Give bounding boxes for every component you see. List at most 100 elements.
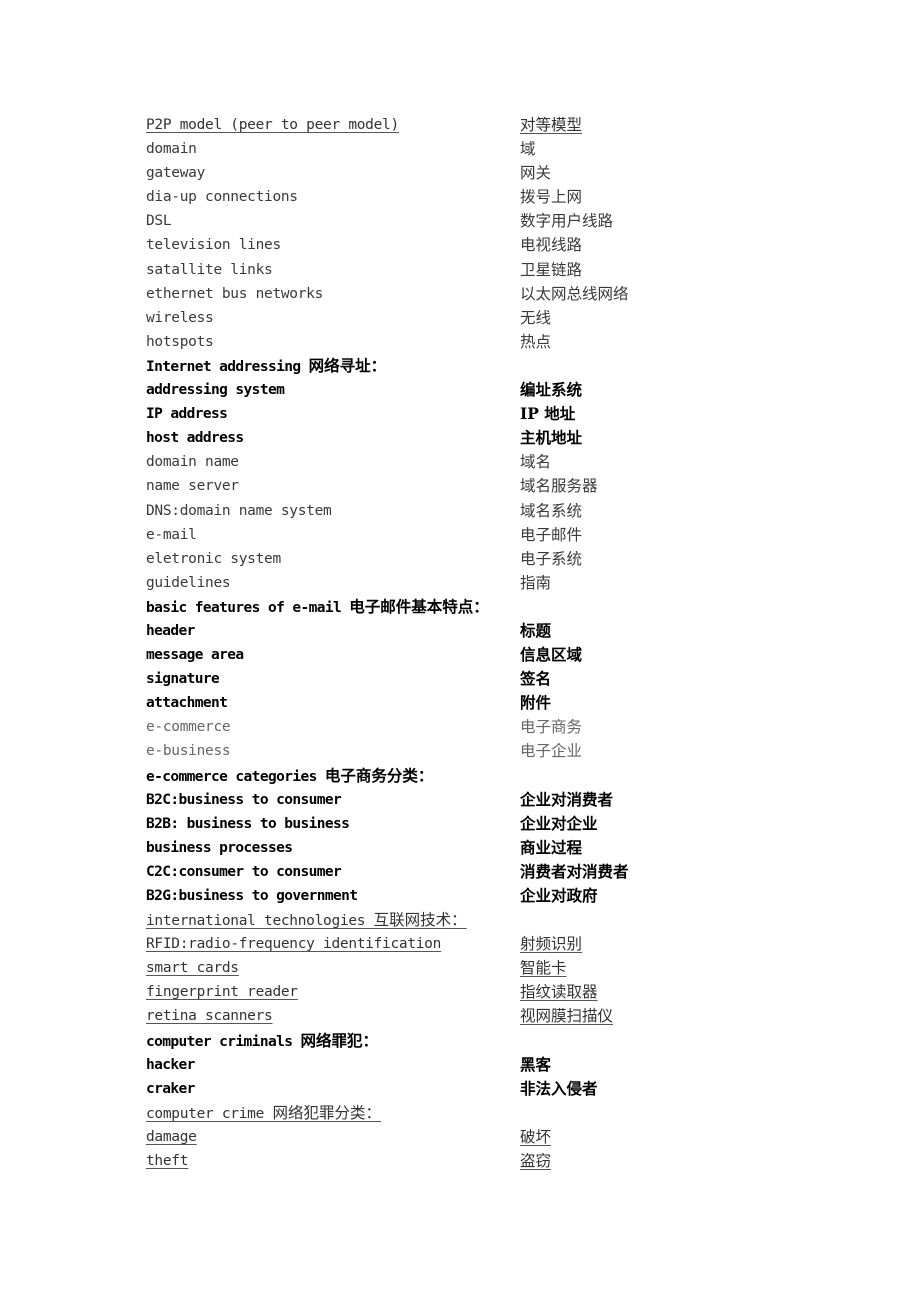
english-term-text: signature xyxy=(146,671,220,688)
english-term-text: eletronic system xyxy=(146,551,281,567)
english-term-text: B2B: business to business xyxy=(146,815,350,832)
english-term: satallite links xyxy=(146,258,273,282)
english-text: addressing system xyxy=(146,382,285,399)
english-text: host address xyxy=(146,430,244,447)
chinese-translation: 拨号上网 xyxy=(520,185,582,209)
english-text: e-mail xyxy=(146,526,197,543)
english-text: signature xyxy=(146,671,220,688)
english-term-text: e-commerce xyxy=(146,719,231,735)
chinese-translation: 无线 xyxy=(520,306,551,330)
english-text: header xyxy=(146,622,195,639)
english-term-text: C2C:consumer to consumer xyxy=(146,863,342,880)
chinese-translation: 主机地址 xyxy=(520,426,582,450)
english-text: B2B: business to business xyxy=(146,815,350,832)
chinese-translation: 射频识别 xyxy=(520,932,582,956)
vocab-row: RFID:radio-frequency identification 射频识别 xyxy=(146,932,766,956)
section-heading: basic features of e-mail 电子邮件基本特点： xyxy=(146,595,766,619)
chinese-translation: 数字用户线路 xyxy=(520,209,613,233)
chinese-translation-text: 对等模型 xyxy=(520,116,583,134)
chinese-translation: 信息区域 xyxy=(520,643,582,667)
vocab-row: DSL 数字用户线路 xyxy=(146,209,766,233)
vocab-row: retina scanners 视网膜扫描仪 xyxy=(146,1004,766,1028)
english-term: eletronic system xyxy=(146,547,281,571)
chinese-translation-text: 域名系统 xyxy=(520,501,583,520)
chinese-translation-text: 电子邮件 xyxy=(520,525,583,544)
chinese-translation-text: 破坏 xyxy=(520,1127,552,1146)
chinese-heading-text: 电子商务分类： xyxy=(324,765,434,785)
english-term-text: e-business xyxy=(146,743,231,759)
english-text: wireless xyxy=(146,309,214,326)
vocab-row: C2C:consumer to consumer 消费者对消费者 xyxy=(146,860,766,884)
english-text: guidelines xyxy=(146,574,231,591)
english-text: DSL xyxy=(146,213,172,230)
chinese-translation: 商业过程 xyxy=(520,836,582,860)
english-term-text: business processes xyxy=(146,840,293,856)
chinese-translation-text: 商业过程 xyxy=(520,837,583,857)
vocab-row: B2G:business to government 企业对政府 xyxy=(146,884,766,908)
chinese-translation-text: 电子系统 xyxy=(520,549,583,568)
english-term-text: fingerprint reader xyxy=(146,984,298,1000)
english-term-text: ethernet bus networks xyxy=(146,286,323,302)
vocab-row: e-mail 电子邮件 xyxy=(146,523,766,547)
english-term-text: domain name xyxy=(146,454,239,470)
vocab-row: gateway 网关 xyxy=(146,161,766,185)
english-text: DNS:domain name system xyxy=(146,502,332,519)
chinese-translation: 域名系统 xyxy=(520,499,582,523)
chinese-translation: 附件 xyxy=(520,691,551,715)
english-term-text: satallite links xyxy=(146,261,273,278)
vocab-row: addressing system 编址系统 xyxy=(146,378,766,402)
english-text: domain name xyxy=(146,454,239,471)
vocab-row: P2P model (peer to peer model) 对等模型 xyxy=(146,113,766,137)
chinese-translation-text: 企业对消费者 xyxy=(520,789,614,809)
english-term: fingerprint reader xyxy=(146,980,298,1004)
vocab-row: DNS:domain name system 域名系统 xyxy=(146,499,766,523)
english-term: business processes xyxy=(146,836,293,860)
chinese-translation-text: 视网膜扫描仪 xyxy=(520,1007,614,1026)
chinese-translation: 卫星链路 xyxy=(520,258,582,282)
english-text: satallite links xyxy=(146,261,273,278)
english-text: smart cards xyxy=(146,960,239,977)
english-term-text: international technologies 互联网技术： xyxy=(146,911,467,929)
english-term: B2G:business to government xyxy=(146,884,358,908)
english-term-text: DSL xyxy=(146,213,172,230)
chinese-translation: 签名 xyxy=(520,667,551,691)
english-term-text: computer criminals 网络罪犯： xyxy=(146,1030,378,1050)
chinese-translation: 企业对企业 xyxy=(520,812,598,836)
chinese-heading-text: 网络犯罪分类： xyxy=(272,1103,381,1122)
english-term: e-business xyxy=(146,739,231,763)
chinese-translation: 电子企业 xyxy=(520,739,582,763)
vocab-row: satallite links 卫星链路 xyxy=(146,258,766,282)
english-term-text: addressing system xyxy=(146,382,285,399)
chinese-heading-text: 网络寻址： xyxy=(308,355,387,375)
section-heading-text: international technologies 互联网技术： xyxy=(146,908,467,933)
vocab-row: guidelines 指南 xyxy=(146,571,766,595)
english-term-text: smart cards xyxy=(146,960,239,976)
english-term: dia-up connections xyxy=(146,185,298,209)
english-text: damage xyxy=(146,1128,197,1145)
vocab-row: wireless 无线 xyxy=(146,306,766,330)
english-text: C2C:consumer to consumer xyxy=(146,863,342,880)
chinese-translation: 域 xyxy=(520,137,536,161)
chinese-translation: 对等模型 xyxy=(520,113,582,137)
english-term-text: IP address xyxy=(146,406,228,422)
english-term-text: retina scanners xyxy=(146,1008,273,1024)
chinese-translation-text: 智能卡 xyxy=(520,959,567,978)
chinese-translation-text: 企业对企业 xyxy=(520,813,598,833)
english-text: dia-up connections xyxy=(146,189,298,206)
vocab-row: name server 域名服务器 xyxy=(146,474,766,498)
english-term: guidelines xyxy=(146,571,231,595)
english-term-text: B2G:business to government xyxy=(146,888,358,904)
english-term-text: craker xyxy=(146,1081,195,1097)
english-term: smart cards xyxy=(146,956,239,980)
chinese-translation-text: 电子企业 xyxy=(520,742,583,761)
chinese-translation-text: 企业对政府 xyxy=(520,886,598,905)
vocab-row: host address 主机地址 xyxy=(146,426,766,450)
english-term-text: hacker xyxy=(146,1057,195,1073)
chinese-heading-text: 网络罪犯： xyxy=(300,1030,378,1050)
english-text: basic features of e-mail xyxy=(146,599,350,616)
vocab-row: signature 签名 xyxy=(146,667,766,691)
vocab-row: fingerprint reader 指纹读取器 xyxy=(146,980,766,1004)
english-term: e-commerce xyxy=(146,715,231,739)
english-term-text: basic features of e-mail 电子邮件基本特点： xyxy=(146,597,489,616)
english-term: DNS:domain name system xyxy=(146,499,332,523)
